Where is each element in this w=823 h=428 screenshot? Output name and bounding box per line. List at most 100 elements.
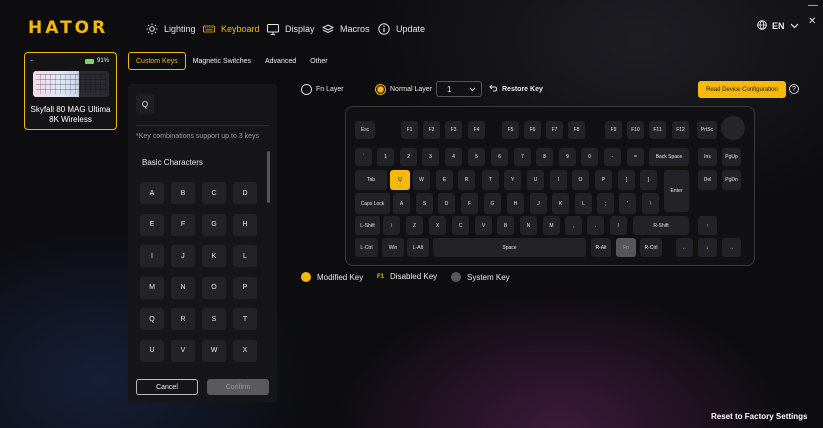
- key--[interactable]: =: [627, 148, 644, 166]
- char-key[interactable]: V: [171, 339, 195, 362]
- key-pgup[interactable]: PgUp: [722, 148, 741, 166]
- key-x[interactable]: X: [429, 216, 446, 235]
- key-o[interactable]: O: [572, 170, 589, 190]
- key-del[interactable]: Del: [698, 170, 717, 190]
- key-i[interactable]: I: [550, 170, 567, 190]
- key-g[interactable]: G: [484, 193, 501, 214]
- key-r-shift[interactable]: R-Shift: [633, 216, 689, 235]
- key-f10[interactable]: F10: [627, 121, 644, 139]
- key-r[interactable]: R: [458, 170, 475, 190]
- key-8[interactable]: 8: [536, 148, 553, 166]
- key-l[interactable]: L: [575, 193, 592, 214]
- cancel-button[interactable]: Cancel: [136, 379, 198, 395]
- key-f[interactable]: F: [461, 193, 478, 214]
- key-e[interactable]: E: [436, 170, 453, 190]
- key-f3[interactable]: F3: [445, 121, 462, 139]
- key--[interactable]: [: [618, 170, 635, 190]
- key-fn[interactable]: Fn: [616, 238, 636, 257]
- key-n[interactable]: N: [520, 216, 537, 235]
- key-k[interactable]: K: [552, 193, 569, 214]
- key-ins[interactable]: Ins: [698, 148, 717, 166]
- char-key[interactable]: G: [202, 213, 226, 236]
- nav-macros[interactable]: Macros: [322, 20, 370, 38]
- key-caps-lock[interactable]: Caps Lock: [355, 193, 390, 214]
- key--[interactable]: ;: [597, 193, 614, 214]
- tab-other[interactable]: Other: [303, 52, 335, 70]
- char-key[interactable]: H: [233, 213, 257, 236]
- key-f11[interactable]: F11: [649, 121, 666, 139]
- char-key[interactable]: T: [233, 308, 257, 330]
- layer-select[interactable]: 1: [436, 81, 482, 97]
- key-f1[interactable]: F1: [401, 121, 418, 139]
- key-3[interactable]: 3: [422, 148, 439, 166]
- key-l-shift[interactable]: L-Shift: [355, 216, 380, 235]
- key-f7[interactable]: F7: [546, 121, 563, 139]
- char-key[interactable]: A: [140, 182, 164, 204]
- key--[interactable]: ↓: [698, 238, 717, 257]
- restore-key-button[interactable]: Restore Key: [489, 84, 543, 94]
- key-5[interactable]: 5: [468, 148, 485, 166]
- key-enter[interactable]: Enter: [664, 170, 689, 212]
- key--[interactable]: .: [587, 216, 604, 235]
- key-u[interactable]: U: [527, 170, 544, 190]
- read-device-configuration-button[interactable]: Read Device Configuration: [698, 81, 786, 98]
- key-0[interactable]: 0: [581, 148, 598, 166]
- language-selector[interactable]: EN: [757, 20, 799, 32]
- key-6[interactable]: 6: [491, 148, 508, 166]
- fn-layer-radio[interactable]: Fn Layer: [301, 84, 344, 95]
- char-key[interactable]: E: [140, 213, 164, 236]
- key-f2[interactable]: F2: [423, 121, 440, 139]
- char-key[interactable]: C: [202, 182, 226, 204]
- nav-display[interactable]: Display: [267, 20, 315, 38]
- char-key[interactable]: M: [140, 276, 164, 299]
- key-y[interactable]: Y: [504, 170, 521, 190]
- key-search-input[interactable]: Q: [136, 94, 154, 114]
- key-7[interactable]: 7: [514, 148, 531, 166]
- key-tab[interactable]: Tab: [355, 170, 387, 190]
- key-4[interactable]: 4: [445, 148, 462, 166]
- char-key[interactable]: I: [140, 245, 164, 267]
- close-button[interactable]: ✕: [808, 16, 816, 27]
- key-1[interactable]: 1: [377, 148, 394, 166]
- nav-lighting[interactable]: Lighting: [146, 20, 196, 38]
- minimize-button[interactable]: —: [808, 0, 818, 11]
- key-space[interactable]: Space: [433, 238, 586, 257]
- tab-advanced[interactable]: Advanced: [258, 52, 303, 70]
- key--[interactable]: ]: [640, 170, 657, 190]
- char-key[interactable]: P: [233, 276, 257, 299]
- key-esc[interactable]: Esc: [355, 121, 375, 139]
- nav-update[interactable]: Update: [378, 20, 425, 38]
- key-z[interactable]: Z: [406, 216, 423, 235]
- key-d[interactable]: D: [438, 193, 455, 214]
- key--[interactable]: \: [383, 216, 400, 235]
- key-9[interactable]: 9: [559, 148, 576, 166]
- key-l-ctrl[interactable]: L-Ctrl: [355, 238, 378, 257]
- char-key[interactable]: N: [171, 276, 195, 299]
- key--[interactable]: ←: [676, 238, 693, 257]
- char-key[interactable]: B: [171, 182, 195, 204]
- key-2[interactable]: 2: [400, 148, 417, 166]
- tab-magnetic-switches[interactable]: Magnetic Switches: [186, 52, 258, 70]
- normal-layer-radio[interactable]: Normal Layer: [375, 84, 432, 95]
- nav-keyboard[interactable]: Keyboard: [203, 20, 260, 38]
- key-win[interactable]: Win: [382, 238, 404, 257]
- volume-knob[interactable]: [721, 116, 745, 140]
- key--[interactable]: ↑: [698, 216, 717, 235]
- key-r-ctrl[interactable]: R-Ctrl: [640, 238, 662, 257]
- key--[interactable]: ': [619, 193, 636, 214]
- confirm-button[interactable]: Confirm: [207, 379, 269, 395]
- scrollbar[interactable]: [267, 151, 270, 203]
- key-f9[interactable]: F9: [605, 121, 622, 139]
- device-card[interactable]: ⌁ 91% Skyfall 80 MAG Ultima 8K Wireless: [24, 52, 117, 130]
- key-f8[interactable]: F8: [568, 121, 585, 139]
- key-f4[interactable]: F4: [468, 121, 485, 139]
- char-key[interactable]: O: [202, 276, 226, 299]
- key-w[interactable]: W: [413, 170, 430, 190]
- key-b[interactable]: B: [497, 216, 514, 235]
- key-v[interactable]: V: [475, 216, 492, 235]
- key-p[interactable]: P: [595, 170, 612, 190]
- key-j[interactable]: J: [530, 193, 547, 214]
- key--[interactable]: \: [642, 193, 659, 214]
- key-m[interactable]: M: [543, 216, 560, 235]
- char-key[interactable]: W: [202, 339, 226, 362]
